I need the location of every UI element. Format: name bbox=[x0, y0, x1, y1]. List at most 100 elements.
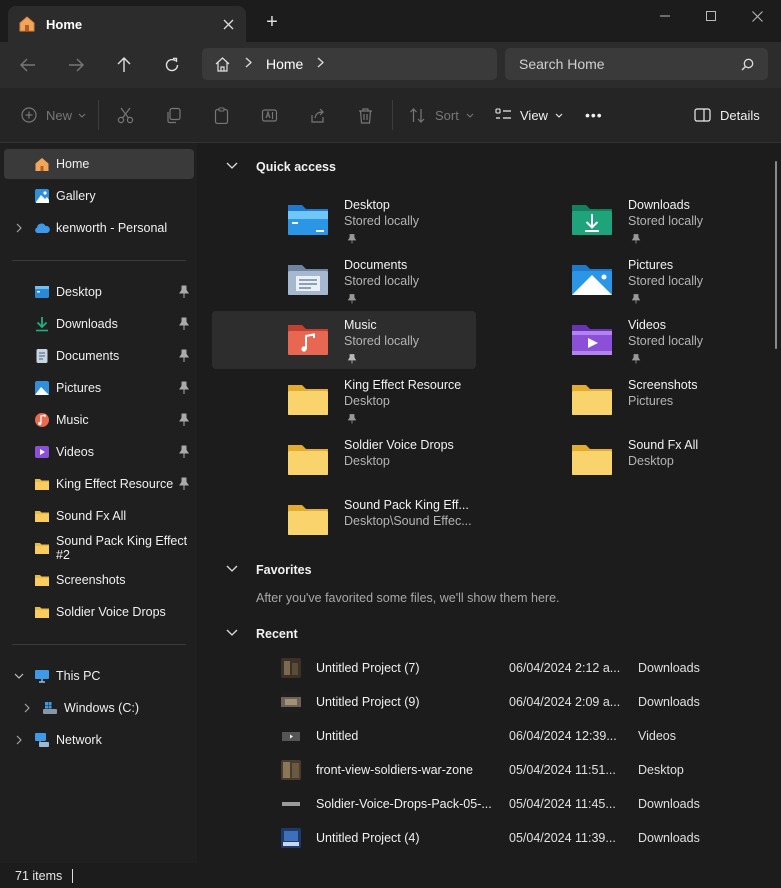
maximize-button[interactable] bbox=[688, 0, 734, 32]
breadcrumb-home[interactable]: Home bbox=[266, 56, 303, 72]
sidebar-item-king-effect-resource[interactable]: King Effect Resource bbox=[4, 469, 194, 499]
pin-icon[interactable] bbox=[178, 349, 190, 363]
chevron-right-icon[interactable] bbox=[14, 223, 24, 233]
sidebar-item-downloads[interactable]: Downloads bbox=[4, 309, 194, 339]
sidebar-item-onedrive[interactable]: kenworth - Personal bbox=[4, 213, 194, 243]
sidebar-item-network[interactable]: Network bbox=[4, 725, 194, 755]
search-box[interactable] bbox=[505, 48, 768, 80]
pin-icon[interactable] bbox=[178, 381, 190, 395]
item-name: Desktop bbox=[344, 198, 390, 212]
pin-icon bbox=[631, 234, 641, 244]
sidebar-item-music[interactable]: Music bbox=[4, 405, 194, 435]
minimize-button[interactable] bbox=[642, 0, 688, 32]
recent-file-row[interactable]: front-view-soldiers-war-zone 05/04/2024 … bbox=[281, 753, 771, 787]
recent-file-row[interactable]: Soldier-Voice-Drops-Pack-05-... 05/04/20… bbox=[281, 787, 771, 821]
share-button[interactable] bbox=[309, 102, 326, 128]
sidebar-item-pictures[interactable]: Pictures bbox=[4, 373, 194, 403]
quick-access-music[interactable]: Music Stored locally bbox=[212, 311, 476, 369]
chevron-down-icon[interactable] bbox=[14, 671, 24, 681]
pin-icon[interactable] bbox=[178, 413, 190, 427]
quick-access-videos[interactable]: Videos Stored locally bbox=[496, 311, 760, 369]
item-name: Pictures bbox=[628, 258, 674, 272]
music-folder-icon bbox=[288, 325, 328, 355]
pin-icon[interactable] bbox=[178, 317, 190, 331]
sidebar-item-home[interactable]: Home bbox=[4, 149, 194, 179]
documents-icon bbox=[36, 349, 48, 363]
sort-button[interactable]: Sort bbox=[409, 102, 474, 128]
sidebar-item-videos[interactable]: Videos bbox=[4, 437, 194, 467]
computer-icon bbox=[35, 670, 49, 683]
quick-access-sound-fx-all[interactable]: Sound Fx All Desktop bbox=[496, 431, 760, 489]
sidebar-item-desktop[interactable]: Desktop bbox=[4, 277, 194, 307]
navigation-bar: Home bbox=[0, 42, 781, 88]
chevron-right-icon[interactable] bbox=[22, 703, 32, 713]
sidebar-item-gallery[interactable]: Gallery bbox=[4, 181, 194, 211]
pin-icon[interactable] bbox=[178, 285, 190, 299]
chevron-right-icon[interactable] bbox=[317, 57, 325, 71]
sidebar-item-this-pc[interactable]: This PC bbox=[4, 661, 194, 691]
delete-button[interactable] bbox=[357, 102, 374, 128]
cut-button[interactable] bbox=[117, 102, 134, 128]
quick-access-desktop[interactable]: Desktop Stored locally bbox=[212, 191, 476, 249]
view-button[interactable]: View bbox=[495, 102, 563, 128]
more-options-button[interactable]: ••• bbox=[585, 102, 603, 128]
file-name: Untitled Project (9) bbox=[316, 695, 420, 709]
quick-access-header[interactable]: Quick access bbox=[226, 160, 336, 174]
sidebar-item-windows-c[interactable]: Windows (C:) bbox=[4, 693, 194, 723]
quick-access-screenshots[interactable]: Screenshots Pictures bbox=[496, 371, 760, 429]
chevron-right-icon[interactable] bbox=[14, 735, 24, 745]
file-date: 06/04/2024 12:39... bbox=[509, 729, 617, 743]
search-input[interactable] bbox=[519, 56, 741, 72]
new-tab-button[interactable]: + bbox=[262, 12, 282, 32]
recent-file-row[interactable]: Untitled 06/04/2024 12:39... Videos bbox=[281, 719, 771, 753]
sidebar-item-sound-fx-all[interactable]: Sound Fx All bbox=[4, 501, 194, 531]
file-date: 06/04/2024 2:12 a... bbox=[509, 661, 621, 675]
forward-button[interactable] bbox=[63, 52, 89, 78]
close-tab-icon[interactable] bbox=[220, 16, 236, 32]
home-outline-icon bbox=[215, 56, 230, 72]
sidebar-item-soldier-voice-drops[interactable]: Soldier Voice Drops bbox=[4, 597, 194, 627]
pin-icon[interactable] bbox=[178, 477, 190, 491]
sidebar-item-screenshots[interactable]: Screenshots bbox=[4, 565, 194, 595]
up-button[interactable] bbox=[111, 52, 137, 78]
chevron-down-icon bbox=[466, 113, 474, 118]
quick-access-soldier-voice-drops[interactable]: Soldier Voice Drops Desktop bbox=[212, 431, 476, 489]
address-bar[interactable]: Home bbox=[202, 48, 497, 80]
close-window-button[interactable] bbox=[734, 0, 780, 32]
folder-icon bbox=[572, 385, 612, 415]
pictures-folder-icon bbox=[572, 265, 612, 295]
paste-icon bbox=[214, 106, 229, 124]
sidebar-item-documents[interactable]: Documents bbox=[4, 341, 194, 371]
recent-file-row[interactable]: Untitled Project (4) 05/04/2024 11:39...… bbox=[281, 821, 771, 855]
divider bbox=[12, 644, 186, 645]
item-location: Pictures bbox=[628, 394, 674, 408]
quick-access-documents[interactable]: Documents Stored locally bbox=[212, 251, 476, 309]
copy-button[interactable] bbox=[165, 102, 182, 128]
paste-button[interactable] bbox=[213, 102, 230, 128]
title-bar: Home + bbox=[0, 0, 781, 42]
back-button[interactable] bbox=[15, 52, 41, 78]
tab-home[interactable]: Home bbox=[8, 6, 246, 42]
thumbnail-image bbox=[281, 828, 301, 848]
vertical-scrollbar[interactable] bbox=[775, 161, 777, 349]
recent-file-row[interactable]: Untitled Project (9) 06/04/2024 2:09 a..… bbox=[281, 685, 771, 719]
favorites-header[interactable]: Favorites bbox=[226, 563, 312, 577]
thumbnail-image bbox=[281, 658, 301, 678]
refresh-button[interactable] bbox=[159, 52, 185, 78]
rename-button[interactable] bbox=[261, 102, 278, 128]
quick-access-sound-pack-king-effect[interactable]: Sound Pack King Eff... Desktop\Sound Eff… bbox=[212, 491, 476, 549]
file-location: Desktop bbox=[638, 763, 684, 777]
file-name: Soldier-Voice-Drops-Pack-05-... bbox=[316, 797, 492, 811]
quick-access-downloads[interactable]: Downloads Stored locally bbox=[496, 191, 760, 249]
quick-access-king-effect-resource[interactable]: King Effect Resource Desktop bbox=[212, 371, 476, 429]
sidebar-item-sound-pack-king-effect-2[interactable]: Sound Pack King Effect #2 bbox=[4, 533, 194, 563]
quick-access-pictures[interactable]: Pictures Stored locally bbox=[496, 251, 760, 309]
file-location: Downloads bbox=[638, 695, 700, 709]
pin-icon[interactable] bbox=[178, 445, 190, 459]
new-button[interactable]: New bbox=[21, 102, 86, 128]
details-button[interactable]: Details bbox=[694, 102, 760, 128]
recent-header[interactable]: Recent bbox=[226, 627, 298, 641]
content-pane: Quick access Desktop Stored locally Docu… bbox=[197, 143, 781, 863]
recent-file-row[interactable]: Untitled Project (7) 06/04/2024 2:12 a..… bbox=[281, 651, 771, 685]
section-title: Quick access bbox=[256, 160, 336, 174]
